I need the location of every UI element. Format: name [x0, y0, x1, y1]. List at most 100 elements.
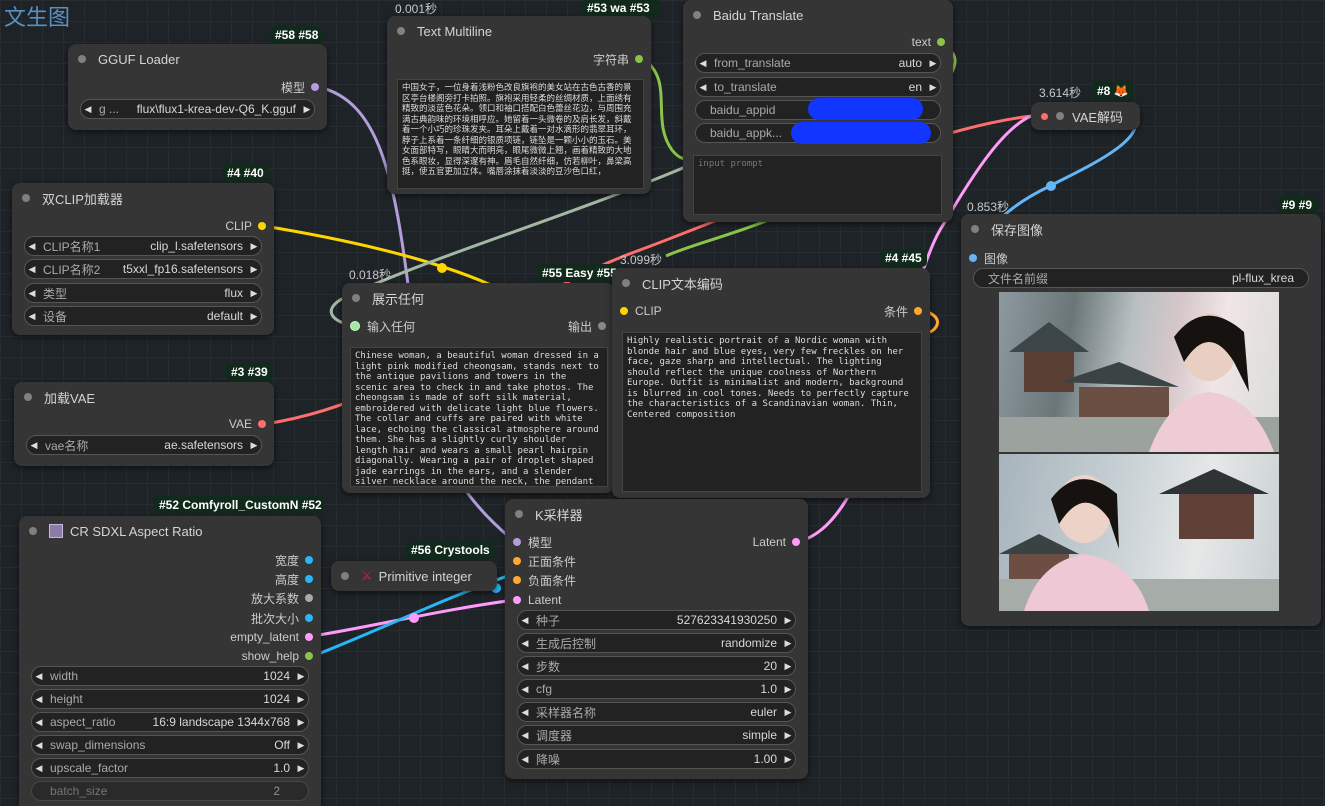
arrow-left-icon[interactable]: ◀ — [32, 671, 46, 682]
arrow-left-icon[interactable]: ◀ — [518, 707, 532, 718]
output-image-1[interactable] — [999, 292, 1279, 452]
output-show-help[interactable]: show_help — [242, 647, 313, 665]
slot-dot-icon[interactable] — [311, 83, 319, 91]
input-model[interactable]: 模型 — [513, 533, 552, 551]
arrow-right-icon[interactable]: ▶ — [294, 671, 308, 682]
collapse-dot-icon[interactable] — [693, 11, 701, 19]
slot-dot-icon[interactable] — [350, 321, 360, 331]
arrow-right-icon[interactable]: ▶ — [781, 661, 795, 672]
node-header[interactable]: VAE解码 — [1031, 102, 1140, 130]
batch-size-input[interactable]: batch_size 2 — [31, 781, 309, 801]
scheduler-select[interactable]: ◀ 调度器 simple ▶ — [517, 725, 796, 745]
vae-name-select[interactable]: ◀ vae名称 ae.safetensors ▶ — [26, 435, 262, 455]
baidu-translate-node[interactable]: Baidu Translate text ◀ from_translate auto… — [683, 0, 953, 222]
control-after-generate-select[interactable]: ◀ 生成后控制 randomize ▶ — [517, 633, 796, 653]
arrow-left-icon[interactable]: ◀ — [32, 717, 46, 728]
output-vae[interactable]: VAE — [229, 415, 266, 433]
k-sampler-node[interactable]: K采样器 模型 正面条件 负面条件 Latent Latent ◀ 种子 52762… — [505, 499, 808, 779]
sampler-name-select[interactable]: ◀ 采样器名称 euler ▶ — [517, 702, 796, 722]
node-header[interactable]: CLIP文本编码 — [612, 268, 930, 298]
primitive-integer-node[interactable]: ⚔ Primitive integer — [331, 561, 497, 591]
output-conditioning[interactable]: 条件 — [884, 302, 922, 320]
arrow-right-icon[interactable]: ▶ — [294, 763, 308, 774]
output-model[interactable]: 模型 — [281, 78, 319, 96]
arrow-left-icon[interactable]: ◀ — [518, 638, 532, 649]
node-header[interactable]: CR SDXL Aspect Ratio — [19, 516, 321, 546]
gguf-model-select[interactable]: ◀ g ... flux\flux1-krea-dev-Q6_K.gguf ▶ — [80, 99, 315, 119]
width-input[interactable]: ◀ width 1024 ▶ — [31, 666, 309, 686]
output-latent[interactable]: Latent — [753, 533, 800, 551]
arrow-left-icon[interactable]: ◀ — [32, 694, 46, 705]
arrow-left-icon[interactable]: ◀ — [518, 730, 532, 741]
arrow-left-icon[interactable]: ◀ — [32, 740, 46, 751]
input-image[interactable]: 图像 — [969, 249, 1008, 267]
slot-dot-icon[interactable] — [969, 254, 977, 262]
collapse-dot-icon[interactable] — [24, 393, 32, 401]
output-height[interactable]: 高度 — [275, 570, 313, 588]
device-select[interactable]: ◀ 设备 default ▶ — [24, 306, 262, 326]
gguf-loader-node[interactable]: GGUF Loader 模型 ◀ g ... flux\flux1-krea-dev… — [68, 44, 327, 130]
from-translate-select[interactable]: ◀ from_translate auto ▶ — [695, 53, 941, 73]
aspect-ratio-select[interactable]: ◀ aspect_ratio 16:9 landscape 1344x768 ▶ — [31, 712, 309, 732]
slot-dot-icon[interactable] — [305, 575, 313, 583]
output-batch[interactable]: 批次大小 — [251, 609, 313, 627]
output-any[interactable]: 输出 — [568, 317, 606, 335]
input-any[interactable]: 输入任何 — [350, 317, 415, 335]
display-text-area[interactable]: Chinese woman, a beautiful woman dressed… — [350, 347, 608, 487]
arrow-left-icon[interactable]: ◀ — [518, 615, 532, 626]
collapse-dot-icon[interactable] — [78, 55, 86, 63]
to-translate-select[interactable]: ◀ to_translate en ▶ — [695, 77, 941, 97]
node-header[interactable]: 展示任何 — [342, 283, 614, 313]
arrow-right-icon[interactable]: ▶ — [247, 241, 261, 252]
load-vae-node[interactable]: 加载VAE VAE ◀ vae名称 ae.safetensors ▶ — [14, 382, 274, 466]
output-image-2[interactable] — [999, 454, 1279, 611]
arrow-right-icon[interactable]: ▶ — [247, 440, 261, 451]
slot-dot-icon[interactable] — [305, 594, 313, 602]
node-header[interactable]: GGUF Loader — [68, 44, 327, 74]
clip-type-select[interactable]: ◀ 类型 flux ▶ — [24, 283, 262, 303]
height-input[interactable]: ◀ height 1024 ▶ — [31, 689, 309, 709]
arrow-right-icon[interactable]: ▶ — [781, 615, 795, 626]
collapse-dot-icon[interactable] — [515, 510, 523, 518]
arrow-right-icon[interactable]: ▶ — [926, 82, 940, 93]
arrow-left-icon[interactable]: ◀ — [518, 661, 532, 672]
input-positive[interactable]: 正面条件 — [513, 552, 576, 570]
arrow-left-icon[interactable]: ◀ — [25, 264, 39, 275]
slot-dot-icon[interactable] — [305, 556, 313, 564]
swap-dimensions-select[interactable]: ◀ swap_dimensions Off ▶ — [31, 735, 309, 755]
arrow-left-icon[interactable]: ◀ — [25, 311, 39, 322]
arrow-right-icon[interactable]: ▶ — [300, 104, 314, 115]
seed-input[interactable]: ◀ 种子 527623341930250 ▶ — [517, 610, 796, 630]
collapse-dot-icon[interactable] — [22, 194, 30, 202]
arrow-left-icon[interactable]: ◀ — [32, 763, 46, 774]
slot-dot-icon[interactable] — [305, 614, 313, 622]
slot-dot-icon[interactable] — [258, 222, 266, 230]
slot-dot-icon[interactable] — [792, 538, 800, 546]
slot-dot-icon[interactable] — [513, 557, 521, 565]
arrow-right-icon[interactable]: ▶ — [247, 264, 261, 275]
output-width[interactable]: 宽度 — [275, 551, 313, 569]
collapse-dot-icon[interactable] — [341, 572, 349, 580]
show-any-node[interactable]: 展示任何 输入任何 输出 Chinese woman, a beautiful … — [342, 283, 614, 493]
collapse-dot-icon[interactable] — [29, 527, 37, 535]
text-multiline-node[interactable]: Text Multiline 字符串 中国女子，一位身着浅粉色改良旗袍的美女站在… — [387, 16, 651, 194]
input-negative[interactable]: 负面条件 — [513, 571, 576, 589]
arrow-left-icon[interactable]: ◀ — [518, 684, 532, 695]
slot-dot-icon[interactable] — [513, 538, 521, 546]
arrow-left-icon[interactable]: ◀ — [27, 440, 41, 451]
arrow-left-icon[interactable]: ◀ — [81, 104, 95, 115]
arrow-right-icon[interactable]: ▶ — [781, 707, 795, 718]
arrow-right-icon[interactable]: ▶ — [781, 754, 795, 765]
slot-dot-icon[interactable] — [305, 652, 313, 660]
clip-name-1-select[interactable]: ◀ CLIP名称1 clip_l.safetensors ▶ — [24, 236, 262, 256]
node-header[interactable]: ⚔ Primitive integer — [331, 561, 497, 591]
upscale-factor-input[interactable]: ◀ upscale_factor 1.0 ▶ — [31, 758, 309, 778]
vae-decode-node[interactable]: VAE解码 — [1031, 102, 1140, 130]
collapse-dot-icon[interactable] — [352, 294, 360, 302]
collapse-dot-icon[interactable] — [1056, 112, 1064, 120]
cfg-input[interactable]: ◀ cfg 1.0 ▶ — [517, 679, 796, 699]
arrow-right-icon[interactable]: ▶ — [294, 694, 308, 705]
input-latent[interactable]: Latent — [513, 591, 561, 609]
prompt-text-area[interactable]: Highly realistic portrait of a Nordic wo… — [622, 332, 922, 492]
denoise-input[interactable]: ◀ 降噪 1.00 ▶ — [517, 749, 796, 769]
